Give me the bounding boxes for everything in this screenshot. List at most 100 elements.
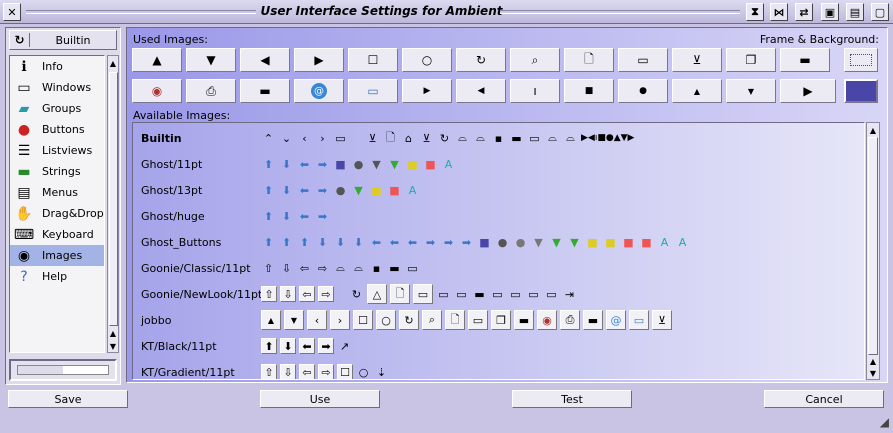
sidebar-item-strings[interactable]: ▬ Strings	[10, 161, 104, 182]
used-image-cdrom[interactable]: ◉	[132, 79, 182, 103]
used-image-play[interactable]: ▶	[780, 79, 836, 103]
popup-icon: ⊻	[368, 131, 377, 145]
used-image-triangle-down[interactable]: ▼	[726, 79, 776, 103]
jump-button[interactable]: ⋈	[770, 3, 788, 21]
used-image-search[interactable]: ⌕	[510, 48, 560, 72]
sidebar-item-help[interactable]: ? Help	[10, 266, 104, 287]
used-image-network[interactable]: @	[294, 79, 344, 103]
sidebar-item-listviews[interactable]: ☰ Listviews	[10, 140, 104, 161]
nav-scroll-thumb[interactable]	[109, 72, 118, 326]
used-image-harddisk[interactable]: ▬	[780, 48, 830, 72]
harddisk-icon: ▬	[799, 53, 811, 67]
arrow-right-icon: ➡	[443, 235, 454, 249]
used-image-printer[interactable]: ⎙	[186, 79, 236, 103]
shade-button[interactable]: ▤	[846, 3, 864, 21]
used-image-down-arrow[interactable]: ▼	[186, 48, 236, 72]
image-set-name: jobbo	[141, 313, 172, 327]
sidebar-item-groups[interactable]: ▰ Groups	[10, 98, 104, 119]
used-image-left-arrow[interactable]: ◀	[240, 48, 290, 72]
nav-scrollbar[interactable]: ▲ ▲ ▼	[107, 55, 119, 353]
text-icon: A	[444, 157, 453, 171]
close-window-button[interactable]: ✕	[3, 3, 21, 21]
title-bar[interactable]: ✕ User Interface Settings for Ambient ⧗ …	[0, 0, 893, 24]
note-icon: ■	[371, 183, 382, 197]
sidebar-item-drag-drop[interactable]: ✋ Drag&Drop	[10, 203, 104, 224]
used-image-record[interactable]: ●	[618, 79, 668, 103]
available-images-list[interactable]: Builtin ⌃ ⌄ ‹ › ▭ ⊻ 🗋 ⌂ ⊻ ↻ ⌓ ⌓ ▪ ▬ ▭ ⌓ ⌓ ▶◀ı■●▲▼▶ Ghost/…	[132, 122, 865, 380]
zoom-button[interactable]: ▢	[871, 3, 889, 21]
used-image-drive[interactable]: ▬	[240, 79, 290, 103]
use-button[interactable]: Use	[260, 390, 380, 408]
sidebar-item-info[interactable]: ℹ Info	[10, 56, 104, 77]
arrow-left-icon: ⬅	[299, 183, 310, 197]
list-item[interactable]: Builtin ⌃ ⌄ ‹ › ▭ ⊻ 🗋 ⌂ ⊻ ↻ ⌓ ⌓ ▪ ▬ ▭ ⌓ ⌓ ▶◀ı■●▲▼▶	[133, 125, 634, 151]
used-image-stop[interactable]: ■	[564, 79, 614, 103]
available-list-scrollbar[interactable]: ▲ ▲ ▼	[866, 122, 880, 380]
resize-icon: ↗	[339, 339, 350, 353]
arrow-down-icon: ⬇	[353, 235, 364, 249]
arrow-up-icon: ⬆	[299, 235, 310, 249]
scroll-up-icon[interactable]: ▲	[108, 57, 118, 69]
test-button[interactable]: Test	[512, 390, 632, 408]
used-image-pause[interactable]: ı	[510, 79, 560, 103]
harddisk-icon: ⌓	[566, 131, 575, 144]
used-image-radio[interactable]: ○	[402, 48, 452, 72]
list-item[interactable]: Goonie/NewLook/11pt ⇧ ⇩ ⇦ ⇨ ↻ △ 🗋 ▭ ▭ ▭ ▬ ▭ ▭ ▭ ▭ ⇥	[133, 281, 577, 307]
scroll-down-icon[interactable]: ▼	[108, 340, 118, 352]
used-image-file[interactable]: 🗋	[564, 48, 614, 72]
used-image-drawer[interactable]: ▭	[618, 48, 668, 72]
used-image-eject-up[interactable]: ▲	[672, 79, 722, 103]
background-color-button[interactable]	[844, 79, 878, 103]
used-image-right-arrow[interactable]: ▶	[294, 48, 344, 72]
used-image-paste[interactable]: ❐	[726, 48, 776, 72]
arrow-right-icon: ➡	[317, 209, 328, 223]
used-image-cycle[interactable]: ↻	[456, 48, 506, 72]
cancel-button[interactable]: Cancel	[764, 390, 884, 408]
scroll-up-icon[interactable]: ▲	[868, 355, 878, 367]
used-image-up-arrow[interactable]: ▲	[132, 48, 182, 72]
scroll-up-icon[interactable]: ▲	[868, 124, 878, 136]
toggle-button[interactable]: ⇄	[795, 3, 813, 21]
list-item[interactable]: Goonie/Classic/11pt ⇧ ⇩ ⇦ ⇨ ⌓ ⌓ ▪ ▬ ▭	[133, 255, 420, 281]
sidebar-item-menus[interactable]: ▤ Menus	[10, 182, 104, 203]
builtin-button[interactable]: ↻ Builtin	[9, 30, 117, 50]
cdrom-icon: ◉	[537, 310, 557, 330]
sidebar-item-label: Windows	[42, 81, 92, 94]
image-set-name: Ghost_Buttons	[141, 235, 222, 249]
arrow-down-icon: ⇩	[280, 286, 296, 302]
used-image-checkbox[interactable]: ☐	[348, 48, 398, 72]
list-item[interactable]: Ghost/11pt ⬆ ⬇ ⬅ ➡ ■ ● ▼ ▼ ■ ■ A	[133, 151, 456, 177]
list-item[interactable]: KT/Gradient/11pt ⇧ ⇩ ⇦ ⇨ ☐ ○ ⇣	[133, 359, 389, 379]
title-groove-right	[500, 10, 740, 14]
used-image-popup[interactable]: ⊻	[672, 48, 722, 72]
radio-icon: ●	[515, 235, 526, 249]
triangle-icon: ▼	[372, 157, 381, 171]
list-item[interactable]: KT/Black/11pt ⬆ ⬇ ⬅ ➡ ↗	[133, 333, 352, 359]
harddisk-icon: ⌓	[548, 131, 557, 144]
arrow-right-icon: ⇨	[318, 364, 334, 379]
printer-icon: ⎙	[560, 310, 580, 330]
scroll-up-icon[interactable]: ▲	[108, 327, 118, 339]
list-item[interactable]: Ghost_Buttons ⬆ ⬆ ⬆ ⬇ ⬇ ⬇ ⬅ ⬅ ⬅ ➡ ➡ ➡ ■ ● ● ▼ ▼ ▼ ■ ■ ■ ■ A A	[133, 229, 690, 255]
available-list-scroll-thumb[interactable]	[868, 137, 878, 355]
sidebar-item-images[interactable]: ◉ Images	[10, 245, 104, 266]
list-item[interactable]: Ghost/13pt ⬆ ⬇ ⬅ ➡ ● ▼ ■ ■ A	[133, 177, 420, 203]
list-item[interactable]: jobbo ▲ ▼ ‹ › ☐ ○ ↻ ⌕ 🗋 ▭ ❐ ▬ ◉ ⎙ ▬ @ ▭ ⊻	[133, 307, 672, 333]
maximize-button[interactable]: ▣	[821, 3, 839, 21]
resize-grip-icon[interactable]: ◢	[875, 415, 889, 429]
arrow-left-icon: ⇦	[299, 261, 310, 275]
settings-nav-list[interactable]: ℹ Info ▭ Windows ▰ Groups ● Buttons ☰ Li…	[9, 55, 105, 353]
iconify-button[interactable]: ⧗	[746, 3, 764, 21]
arrow-up-icon: ⬆	[261, 338, 277, 354]
used-image-rewind-small[interactable]: ◀	[456, 79, 506, 103]
scroll-down-icon[interactable]: ▼	[868, 367, 878, 379]
sidebar-item-windows[interactable]: ▭ Windows	[10, 77, 104, 98]
save-button[interactable]: Save	[8, 390, 128, 408]
used-image-play-small[interactable]: ▶	[402, 79, 452, 103]
arrow-right-icon: ⇨	[317, 261, 328, 275]
sidebar-item-keyboard[interactable]: ⌨ Keyboard	[10, 224, 104, 245]
sidebar-item-buttons[interactable]: ● Buttons	[10, 119, 104, 140]
list-item[interactable]: Ghost/huge ⬆ ⬇ ⬅ ➡	[133, 203, 330, 229]
frame-image-button[interactable]	[844, 48, 878, 72]
used-image-shell[interactable]: ▭	[348, 79, 398, 103]
